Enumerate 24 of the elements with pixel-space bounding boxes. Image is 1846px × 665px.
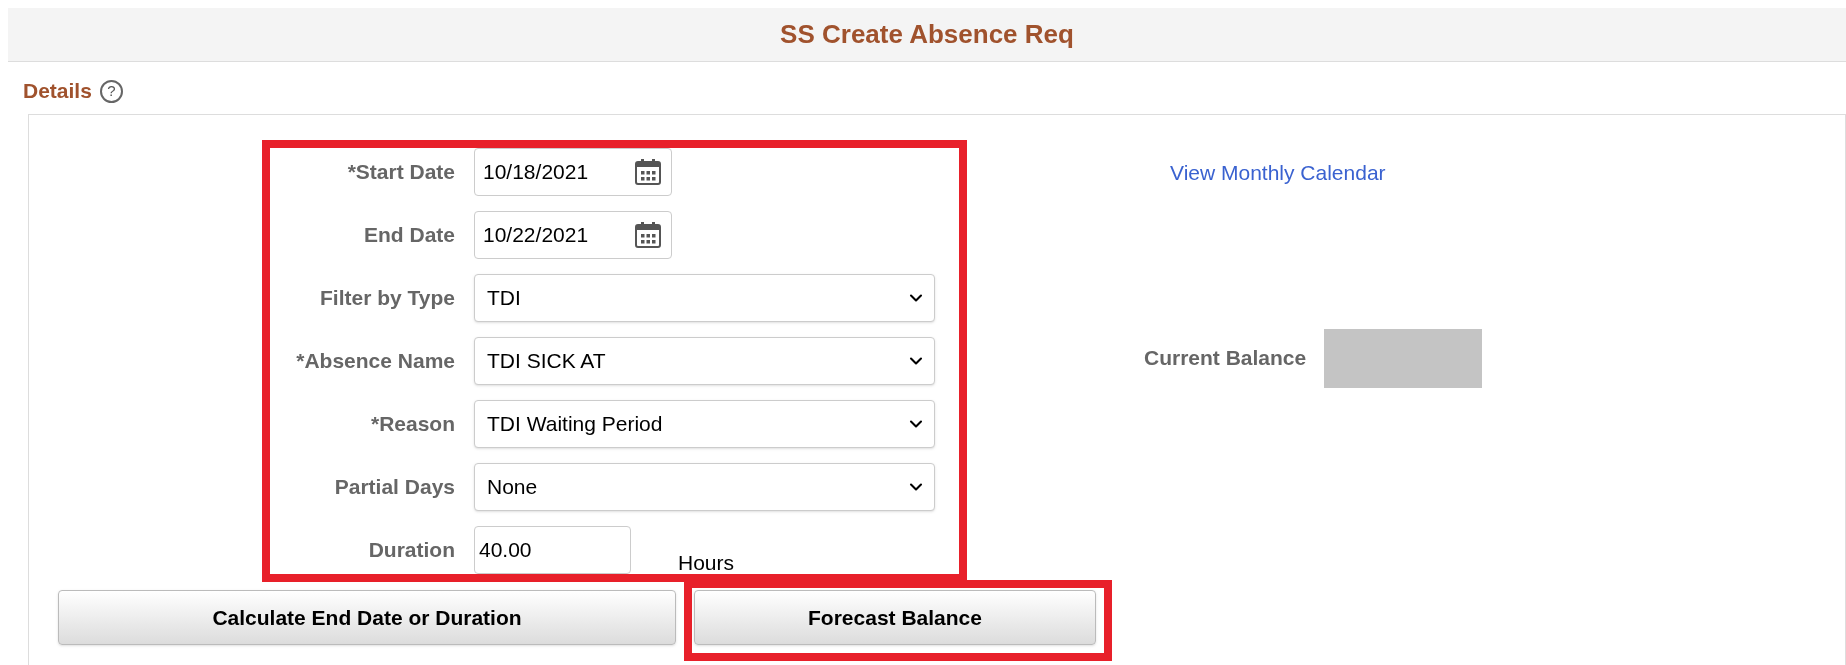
select-field[interactable]: TDI: [474, 274, 935, 322]
field-label: End Date: [363, 222, 455, 249]
select-field[interactable]: None: [474, 463, 935, 511]
field-label: *Absence Name: [295, 348, 455, 375]
calendar-icon[interactable]: [633, 157, 663, 187]
date-field[interactable]: 10/18/2021: [474, 148, 672, 196]
unit-label: Hours: [678, 549, 735, 576]
balance-label: Current Balance: [1144, 345, 1307, 372]
field-label: Filter by Type: [319, 285, 455, 312]
field-label: Partial Days: [333, 474, 455, 501]
help-icon[interactable]: ?: [99, 79, 123, 103]
field-label: Duration: [367, 537, 455, 564]
field-label: *Reason: [369, 411, 455, 438]
action-button[interactable]: Calculate End Date or Duration: [58, 590, 676, 645]
section-title: Details: [23, 78, 92, 105]
page-title: SS Create Absence Req: [780, 18, 1074, 51]
date-field[interactable]: 10/22/2021: [474, 211, 672, 259]
select-field[interactable]: TDI Waiting Period: [474, 400, 935, 448]
calendar-link[interactable]: View Monthly Calendar: [1170, 157, 1483, 189]
action-button[interactable]: Forecast Balance: [694, 590, 1096, 645]
select-field[interactable]: TDI SICK AT: [474, 337, 935, 385]
field-label: *Start Date: [346, 159, 455, 186]
calendar-icon[interactable]: [633, 220, 663, 250]
duration-field[interactable]: 40.00: [474, 526, 631, 574]
